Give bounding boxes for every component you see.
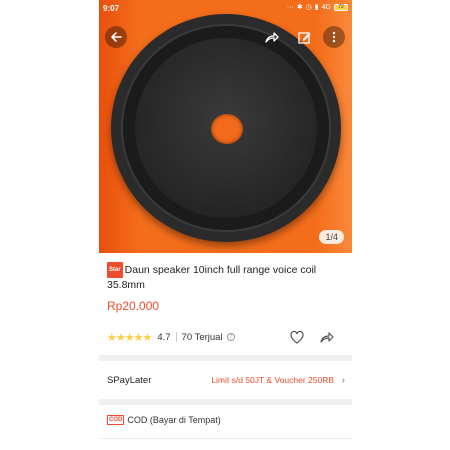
edit-icon	[297, 31, 310, 44]
spaylater-row[interactable]: SPayLater Limit s/d 50JT & Voucher 250RB…	[99, 361, 352, 399]
rating-stars: ★★★★★	[107, 331, 152, 344]
back-button[interactable]	[105, 26, 127, 48]
chevron-right-icon: ›	[341, 374, 345, 386]
signal-icon: ▮	[314, 4, 319, 11]
alarm-icon: ◷	[305, 4, 312, 11]
sold-count: 70 Terjual	[181, 331, 223, 343]
product-title-text: Daun speaker 10inch full range voice coi…	[107, 264, 317, 291]
share-outline-icon	[320, 332, 334, 343]
help-icon[interactable]: ?	[226, 333, 235, 341]
share-icon	[265, 32, 279, 43]
divider	[175, 332, 177, 342]
share-button[interactable]	[263, 28, 281, 46]
product-page: 1/4 9:07 ··· ✱ ◷ ▮ 4G 72 Star Daun speake…	[99, 0, 352, 450]
share-product-button[interactable]	[319, 329, 335, 345]
speaker-center-hole	[211, 114, 243, 144]
battery-icon: 72	[334, 3, 348, 11]
cod-row: COD COD (Bayar di Tempat)	[107, 415, 221, 425]
back-arrow-icon	[111, 32, 122, 42]
status-time: 9:07	[103, 4, 120, 13]
rating-row: ★★★★★ 4.7 70 Terjual ?	[107, 329, 347, 345]
network-label: 4G	[321, 3, 331, 11]
spaylater-label: SPayLater	[107, 374, 152, 386]
favorite-button[interactable]	[289, 329, 305, 345]
product-image-gallery[interactable]: 1/4	[99, 0, 352, 253]
cod-badge: COD	[107, 415, 125, 425]
star-seller-badge: Star	[107, 262, 123, 278]
status-bar: 9:07 ··· ✱ ◷ ▮ 4G 72	[99, 0, 352, 18]
heart-icon	[290, 330, 304, 344]
status-icons: ··· ✱ ◷ ▮ 4G 72	[287, 3, 348, 11]
image-counter: 1/4	[319, 230, 344, 244]
product-title: Star Daun speaker 10inch full range voice…	[107, 262, 347, 292]
divider-line	[99, 438, 352, 439]
spaylater-value: Limit s/d 50JT & Voucher 250RB	[211, 375, 334, 385]
edit-button[interactable]	[295, 28, 313, 46]
more-icon	[332, 31, 336, 43]
cod-label: COD (Bayar di Tempat)	[127, 415, 221, 425]
section-gap	[99, 399, 352, 405]
more-button[interactable]	[323, 26, 345, 48]
dots-icon: ···	[286, 3, 294, 11]
bluetooth-icon: ✱	[296, 4, 303, 11]
rating-value: 4.7	[157, 331, 171, 343]
product-price: Rp20.000	[107, 299, 160, 313]
